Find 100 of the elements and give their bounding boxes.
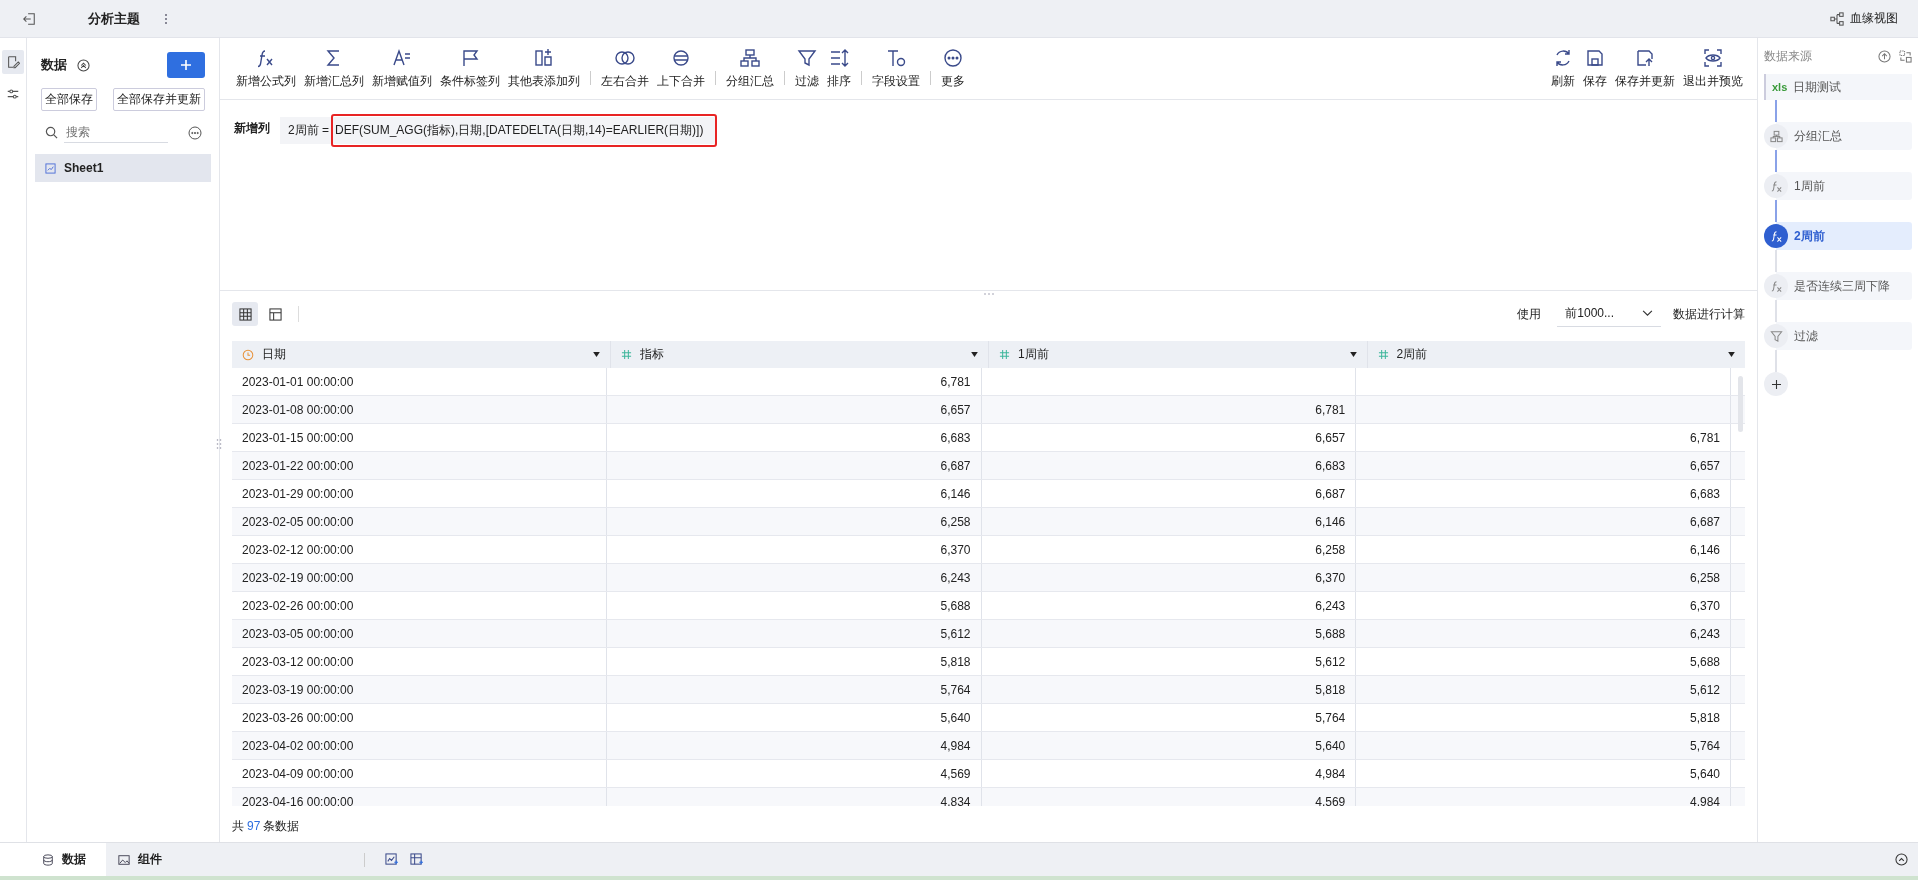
exit-icon[interactable] (22, 11, 36, 26)
toolbar-button[interactable]: 条件标签列 (436, 47, 504, 90)
table-cell: 2023-02-12 00:00:00 (242, 542, 354, 557)
table-cell: 6,370 (1315, 570, 1346, 585)
source-step[interactable]: xls 日期测试 (1764, 74, 1912, 100)
table-cell: 5,818 (1689, 710, 1720, 725)
flow-step[interactable]: 是否连续三周下降 (1764, 272, 1912, 300)
caret-icon[interactable] (1728, 352, 1735, 357)
table-cell: 6,243 (1689, 626, 1720, 641)
table-cell: 6,683 (1689, 486, 1720, 501)
bottom-tab[interactable]: 数据 (0, 843, 106, 876)
table-cell: 2023-03-12 00:00:00 (242, 654, 354, 669)
bottom-tab[interactable]: 组件 (118, 843, 182, 876)
table-cell: 4,569 (940, 766, 971, 781)
more-icon (942, 47, 964, 69)
plus-icon (180, 59, 192, 71)
table-cell: 5,764 (1689, 738, 1720, 753)
calc-label: 数据进行计算 (1673, 305, 1745, 323)
hash-icon (1377, 349, 1389, 360)
table-cell: 6,657 (1315, 430, 1346, 445)
chart-icon (45, 162, 56, 174)
column-header[interactable]: 指标 (610, 341, 989, 368)
add-table-icon[interactable] (410, 853, 423, 866)
grid-view-button[interactable] (232, 302, 258, 326)
row-count-prefix: 共 (232, 819, 244, 833)
swap-icon[interactable] (1899, 49, 1912, 63)
table-cell: 5,764 (940, 682, 971, 697)
add-button[interactable] (167, 52, 205, 78)
toolbar-button[interactable]: 左右合并 (597, 47, 653, 90)
plus-icon (1771, 379, 1781, 389)
table-cell: 6,370 (940, 542, 971, 557)
collapse-icon[interactable] (77, 58, 90, 72)
flow-step[interactable]: 分组汇总 (1764, 122, 1912, 150)
toolbar-button[interactable]: 其他表添加列 (504, 47, 584, 90)
sliders-icon (6, 87, 20, 101)
table-cell: 6,243 (940, 570, 971, 585)
caret-icon[interactable] (1349, 352, 1357, 357)
table-cell: 6,781 (1315, 402, 1346, 417)
row-count-suffix: 条数据 (263, 819, 300, 833)
toolbar-button[interactable]: 更多 (937, 47, 969, 90)
column-header[interactable]: 1周前 (989, 341, 1368, 368)
toolbar-button[interactable]: 字段设置 (868, 47, 924, 90)
toolbar-button[interactable]: 新增汇总列 (300, 47, 368, 90)
table-cell: 6,258 (1689, 570, 1720, 585)
toolbar-button[interactable]: 退出并预览 (1679, 47, 1747, 90)
add-chart-icon[interactable] (385, 853, 398, 866)
toolbar-button[interactable]: 保存 (1579, 47, 1611, 90)
filter-icon (1769, 329, 1783, 343)
save-icon (1584, 47, 1606, 69)
table-cell: 6,146 (940, 486, 971, 501)
clock-icon (242, 348, 254, 361)
lineage-view-button[interactable]: 血缘视图 (1830, 10, 1898, 27)
collapse-icon[interactable] (1895, 853, 1908, 866)
table-cell: 6,657 (940, 402, 971, 417)
toolbar-button[interactable]: 排序 (823, 47, 855, 90)
save-button[interactable]: 全部保存 (41, 88, 97, 111)
caret-icon[interactable] (592, 352, 600, 357)
table-cell: 6,258 (940, 514, 971, 529)
table-cell: 5,688 (1689, 654, 1720, 669)
database-icon (42, 853, 54, 866)
kebab-menu-icon[interactable] (164, 12, 168, 25)
table-cell: 2023-03-26 00:00:00 (242, 710, 354, 725)
column-header[interactable]: 2周前 (1367, 341, 1745, 368)
flow-step[interactable]: 过滤 (1764, 322, 1912, 350)
toolbar-button[interactable]: 保存并更新 (1611, 47, 1679, 90)
sheet-item[interactable]: Sheet1 (35, 154, 211, 182)
save-button[interactable]: 全部保存并更新 (113, 88, 205, 111)
toolbar-button[interactable]: 分组汇总 (722, 47, 778, 90)
more-icon[interactable] (188, 125, 202, 140)
table-cell: 2023-02-26 00:00:00 (242, 598, 354, 613)
table-cell: 4,984 (940, 738, 971, 753)
table-cell: 6,687 (940, 458, 971, 473)
hierarchy-icon (1769, 129, 1783, 143)
table-cell: 2023-01-08 00:00:00 (242, 402, 354, 417)
table-cell: 2023-03-19 00:00:00 (242, 682, 354, 697)
table-cell: 6,683 (940, 430, 971, 445)
column-header[interactable]: 日期 (232, 341, 611, 368)
toolbar-button[interactable]: 过滤 (791, 47, 823, 90)
grid-icon (238, 307, 252, 321)
row-limit-dropdown[interactable]: 前1000... (1557, 301, 1661, 327)
flow-step[interactable]: 2周前 (1764, 222, 1912, 250)
toolbar-button[interactable]: 新增赋值列 (368, 47, 436, 90)
toolbar-button[interactable]: 新增公式列 (232, 47, 300, 90)
table-cell: 2023-02-19 00:00:00 (242, 570, 354, 585)
table-cell: 5,818 (1315, 682, 1346, 697)
upload-icon[interactable] (1878, 49, 1891, 63)
flow-step[interactable]: 1周前 (1764, 172, 1912, 200)
toolbar-button[interactable]: 上下合并 (653, 47, 709, 90)
toolbar-button[interactable]: 刷新 (1547, 47, 1579, 90)
table-cell: 6,146 (1315, 514, 1346, 529)
panel-title: 数据来源 (1764, 47, 1812, 65)
use-label: 使用 (1517, 305, 1542, 323)
formula-field[interactable]: 2周前 = DEF(SUM_AGG(指标),日期,[DATEDELTA(日期,14)=EARLIER(日期)]) (280, 114, 718, 147)
edit-data-tab[interactable] (2, 50, 24, 74)
drag-handle-icon[interactable] (216, 438, 222, 450)
table-cell: 5,640 (1315, 738, 1346, 753)
save-update-icon (1634, 47, 1656, 69)
add-step-button[interactable] (1764, 372, 1788, 396)
table-cell: 6,687 (1315, 486, 1346, 501)
caret-icon[interactable] (971, 352, 978, 357)
